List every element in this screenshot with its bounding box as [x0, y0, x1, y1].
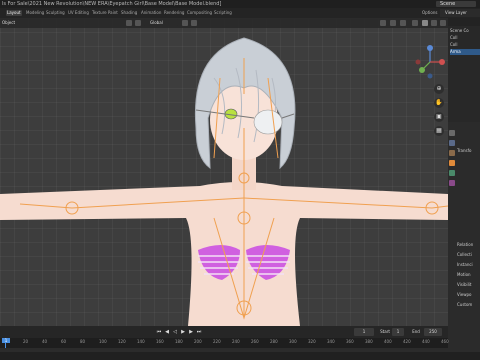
tab-texture-paint[interactable]: Texture Paint [92, 10, 118, 16]
playhead-frame-label: 1 [2, 338, 10, 343]
gizmo-z-axis [427, 45, 433, 51]
jump-start-icon[interactable]: ⏮ [156, 329, 162, 335]
data-tab-icon[interactable] [449, 170, 455, 176]
render-tab-icon[interactable] [449, 140, 455, 146]
physics-tab-icon[interactable] [449, 180, 455, 186]
gizmo-x-axis [439, 59, 445, 65]
title-bar: ls For Sale\2021 New Revolution\NEW ERA\… [0, 0, 480, 8]
panel-motion-paths[interactable]: Motion [457, 272, 479, 279]
ruler-tick: 460 [441, 339, 449, 344]
scene-name: Scene [440, 1, 456, 7]
panel-instancing[interactable]: Instanci [457, 262, 479, 269]
gizmo-neg-x-axis [415, 59, 421, 65]
ruler-tick: 120 [118, 339, 126, 344]
ruler-tick: 140 [137, 339, 145, 344]
start-frame-field[interactable]: 1 [392, 328, 404, 336]
output-tab-icon[interactable] [449, 150, 455, 156]
play-reverse-icon[interactable]: ◁ [172, 329, 178, 335]
jump-next-keyframe-icon[interactable]: ▶ [188, 329, 194, 335]
tab-modeling[interactable]: Modeling [26, 10, 44, 16]
pan-hand-icon[interactable]: ✋ [434, 98, 444, 108]
outliner-row-collection[interactable]: Coll [450, 35, 480, 41]
play-icon[interactable]: ▶ [180, 329, 186, 335]
status-bar [0, 352, 480, 360]
gizmo-neg-z-axis [427, 73, 433, 79]
panel-viewport-display[interactable]: Viewpo [457, 292, 479, 299]
end-label: End [412, 329, 420, 334]
tool-tab-icon[interactable] [449, 130, 455, 136]
right-side-panel: Scene Co Coll Coll Arma Transfo Relation… [448, 18, 480, 360]
properties-editor: Transfo Relation Collecti Instanci Motio… [448, 122, 480, 360]
3d-viewport[interactable]: Object Global ⊕ ✋ ▣ ▦ [0, 18, 448, 326]
panel-transform[interactable]: Transfo [457, 148, 479, 155]
panel-custom-properties[interactable]: Custom [457, 302, 479, 309]
jump-end-icon[interactable]: ⏭ [196, 329, 202, 335]
navigation-gizmo[interactable] [412, 42, 448, 82]
panel-relations[interactable]: Relation [457, 242, 479, 249]
timeline-header: ⏮ ◀ ◁ ▶ ▶ ⏭ 1 Start 1 End 250 [0, 326, 448, 338]
panel-collections[interactable]: Collecti [457, 252, 479, 259]
object-tab-icon[interactable] [449, 160, 455, 166]
ruler-tick: 20 [23, 339, 29, 344]
perspective-toggle-icon[interactable]: ▦ [434, 126, 444, 136]
view-layer-name: View Layer [445, 10, 467, 15]
ruler-tick: 400 [384, 339, 392, 344]
tab-uv-editing[interactable]: UV Editing [68, 10, 89, 16]
ruler-tick: 420 [403, 339, 411, 344]
panel-visibility[interactable]: Visibilit [457, 282, 479, 289]
ruler-tick: 220 [213, 339, 221, 344]
scene-selector[interactable]: Scene [436, 1, 476, 7]
outliner-row-scene-collection[interactable]: Scene Co [450, 28, 480, 34]
tab-sculpting[interactable]: Sculpting [46, 10, 65, 16]
outliner-header [448, 18, 480, 26]
character-eyepatch [253, 109, 283, 135]
window-title: ls For Sale\2021 New Revolution\NEW ERA\… [2, 1, 222, 7]
ruler-tick: 300 [289, 339, 297, 344]
ruler-tick: 40 [42, 339, 48, 344]
tab-rendering[interactable]: Rendering [164, 10, 184, 16]
ruler-tick: 60 [61, 339, 67, 344]
tab-animation[interactable]: Animation [141, 10, 161, 16]
camera-view-icon[interactable]: ▣ [434, 112, 444, 122]
gizmo-y-axis [419, 67, 425, 73]
ruler-tick: 240 [232, 339, 240, 344]
ruler-tick: 320 [308, 339, 316, 344]
outliner-row-collection[interactable]: Coll [450, 42, 480, 48]
outliner[interactable]: Scene Co Coll Coll Arma [448, 18, 480, 122]
outliner-row-armature[interactable]: Arma [450, 49, 480, 55]
workspace-tabs-bar: Layout Modeling Sculpting UV Editing Tex… [0, 8, 480, 18]
tab-layout[interactable]: Layout [6, 10, 22, 16]
current-frame-field[interactable]: 1 [354, 328, 374, 336]
end-frame-field[interactable]: 250 [424, 328, 442, 336]
ruler-tick: 100 [99, 339, 107, 344]
ruler-tick: 160 [156, 339, 164, 344]
ruler-tick: 200 [194, 339, 202, 344]
ruler-tick: 260 [251, 339, 259, 344]
timeline-ruler[interactable]: 0204060801001201401601802002202402602803… [0, 338, 449, 348]
view-layer-selector[interactable]: View Layer [440, 9, 480, 17]
zoom-icon[interactable]: ⊕ [434, 84, 444, 94]
start-label: Start [380, 329, 390, 334]
ruler-tick: 80 [80, 339, 86, 344]
ruler-tick: 340 [327, 339, 335, 344]
tab-compositing[interactable]: Compositing [187, 10, 212, 16]
jump-prev-keyframe-icon[interactable]: ◀ [164, 329, 170, 335]
tab-scripting[interactable]: Scripting [214, 10, 232, 16]
ruler-tick: 180 [175, 339, 183, 344]
character-model[interactable] [0, 18, 448, 326]
options-menu[interactable]: Options [422, 10, 437, 15]
ruler-tick: 380 [365, 339, 373, 344]
ruler-tick: 280 [270, 339, 278, 344]
ruler-tick: 360 [346, 339, 354, 344]
ruler-tick: 440 [422, 339, 430, 344]
tab-shading[interactable]: Shading [121, 10, 137, 16]
